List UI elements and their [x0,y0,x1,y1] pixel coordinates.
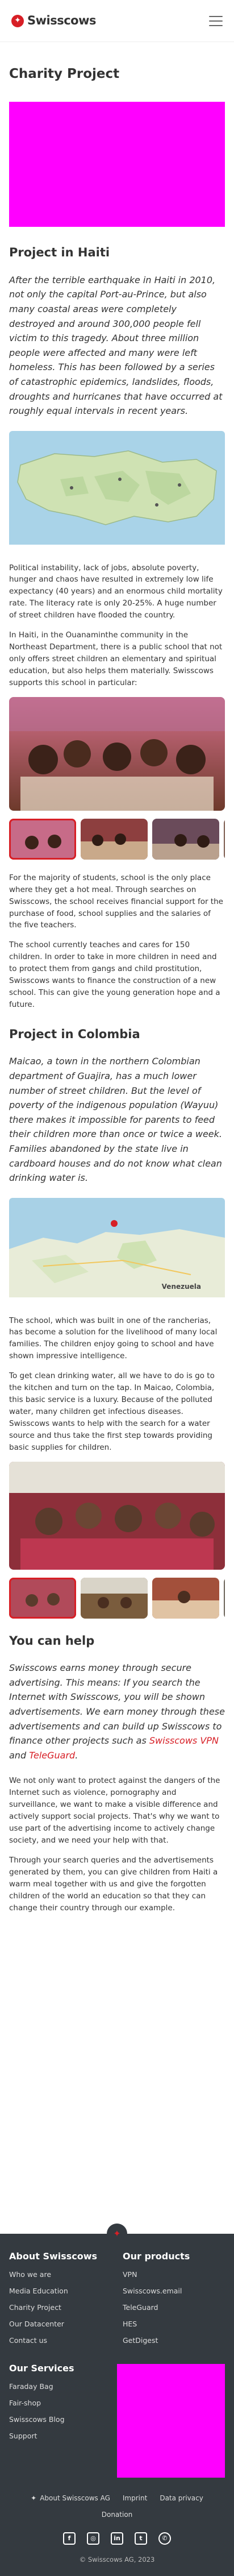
haiti-paragraph-2: In Haiti, in the Ouanaminthe community i… [9,630,223,687]
site-header: ✦ Swisscows [0,0,234,42]
page: ✦ Swisscows Charity Project Project in H… [0,0,234,2576]
haiti-thumbnail[interactable] [224,818,225,860]
footer-link-support[interactable]: Support [9,2431,106,2441]
footer-link-teleguard[interactable]: TeleGuard [123,2303,225,2313]
social-links: f ◎ in t ✆ [9,2532,225,2545]
haiti-map-image [9,430,225,549]
colombia-thumbnail[interactable] [9,1577,76,1619]
footer-link-blog[interactable]: Swisscows Blog [9,2415,106,2425]
instagram-icon[interactable]: ◎ [87,2532,99,2545]
footer-link-datacenter[interactable]: Our Datacenter [9,2319,111,2329]
cow-logo-icon: ✦ [11,14,24,27]
haiti-heading: Project in Haiti [9,246,110,260]
whatsapp-icon[interactable]: ✆ [158,2532,171,2545]
haiti-thumbnail[interactable] [81,818,148,860]
haiti-thumbnail[interactable] [9,818,76,860]
footer-link-media-education[interactable]: Media Education [9,2286,111,2296]
twitter-icon[interactable]: t [135,2532,147,2545]
footer-services-column: Our Services Faraday Bag Fair-shop Swiss… [9,2362,106,2478]
footer-link-fair-shop[interactable]: Fair-shop [9,2398,106,2408]
footer-columns: About Swisscows Who we are Media Educati… [9,2250,225,2353]
colombia-thumbnail-strip [9,1577,225,1619]
site-logo[interactable]: ✦ Swisscows [11,12,97,29]
colombia-heading: Project in Colombia [9,1027,140,1041]
haiti-paragraph-3: For the majority of students, school is … [9,873,223,930]
footer-products-column: Our products VPN Swisscows.email TeleGua… [123,2250,225,2353]
footer-ad-slot [117,2362,225,2478]
cow-small-icon: ✦ [31,2494,37,2502]
page-title: Charity Project [9,67,120,81]
facebook-icon[interactable]: f [63,2532,76,2545]
haiti-lead: After the terrible earthquake in Haiti i… [9,274,223,417]
footer-link-imprint[interactable]: Imprint [123,2494,147,2503]
footer-bottom-links: ✦ About Swisscows AG Imprint Data privacy… [9,2494,225,2520]
help-lead: Swisscows earns money through secure adv… [9,1662,225,1761]
footer-link-getdigest[interactable]: GetDigest [123,2336,225,2346]
hero-image [9,102,225,227]
footer-about-title: About Swisscows [9,2250,98,2262]
cow-badge-icon: ✦ [107,2223,127,2244]
help-paragraph-2: Through your search queries and the adve… [9,1855,218,1913]
haiti-thumbnail-strip [9,818,225,860]
map-label-venezuela: Venezuela [161,1283,201,1291]
haiti-thumbnail[interactable] [152,818,219,860]
colombia-children-photo [9,1461,225,1570]
teleguard-link[interactable]: TeleGuard [29,1750,75,1761]
footer-link-hes[interactable]: HES [123,2319,225,2329]
colombia-thumbnail[interactable] [224,1577,225,1619]
footer-row-2: Our Services Faraday Bag Fair-shop Swiss… [9,2362,225,2478]
colombia-thumbnail[interactable] [152,1577,219,1619]
haiti-school-photo [9,696,225,811]
linkedin-icon[interactable]: in [111,2532,123,2545]
footer-link-charity-project[interactable]: Charity Project [9,2303,111,2313]
colombia-lead: Maicao, a town in the northern Colombian… [9,1056,222,1184]
site-footer: ✦ About Swisscows Who we are Media Educa… [0,2223,234,2576]
colombia-paragraph-2: To get clean drinking water, all we have… [9,1371,215,1452]
copyright: © Swisscows AG, 2023 [79,2556,155,2564]
footer-link-who-we-are[interactable]: Who we are [9,2270,111,2280]
main-content: Charity Project Project in Haiti After t… [0,65,234,1914]
haiti-paragraph-4: The school currently teaches and cares f… [9,940,220,1009]
colombia-map-image: Venezuela [9,1197,225,1301]
footer-link-donation[interactable]: Donation [102,2510,133,2520]
footer-link-contact[interactable]: Contact us [9,2336,111,2346]
colombia-thumbnail[interactable] [81,1577,148,1619]
footer-link-vpn[interactable]: VPN [123,2270,225,2280]
footer-products-title: Our products [123,2250,190,2262]
footer-link-privacy[interactable]: Data privacy [160,2494,203,2503]
logo-text: Swisscows [27,14,97,28]
footer-link-faraday-bag[interactable]: Faraday Bag [9,2382,106,2392]
help-heading: You can help [9,1633,95,1648]
haiti-paragraph-1: Political instability, lack of jobs, abs… [9,563,223,620]
footer-services-title: Our Services [9,2362,74,2374]
help-paragraph-1: We not only want to protect against the … [9,1776,220,1845]
colombia-paragraph-1: The school, which was built in one of th… [9,1316,218,1361]
swisscows-vpn-link[interactable]: Swisscows VPN [149,1735,219,1746]
footer-link-email[interactable]: Swisscows.email [123,2286,225,2296]
footer-brand[interactable]: ✦ About Swisscows AG [31,2494,110,2503]
footer-about-column: About Swisscows Who we are Media Educati… [9,2250,111,2353]
hamburger-icon[interactable] [209,15,223,26]
footer-promo-image [117,2363,225,2478]
